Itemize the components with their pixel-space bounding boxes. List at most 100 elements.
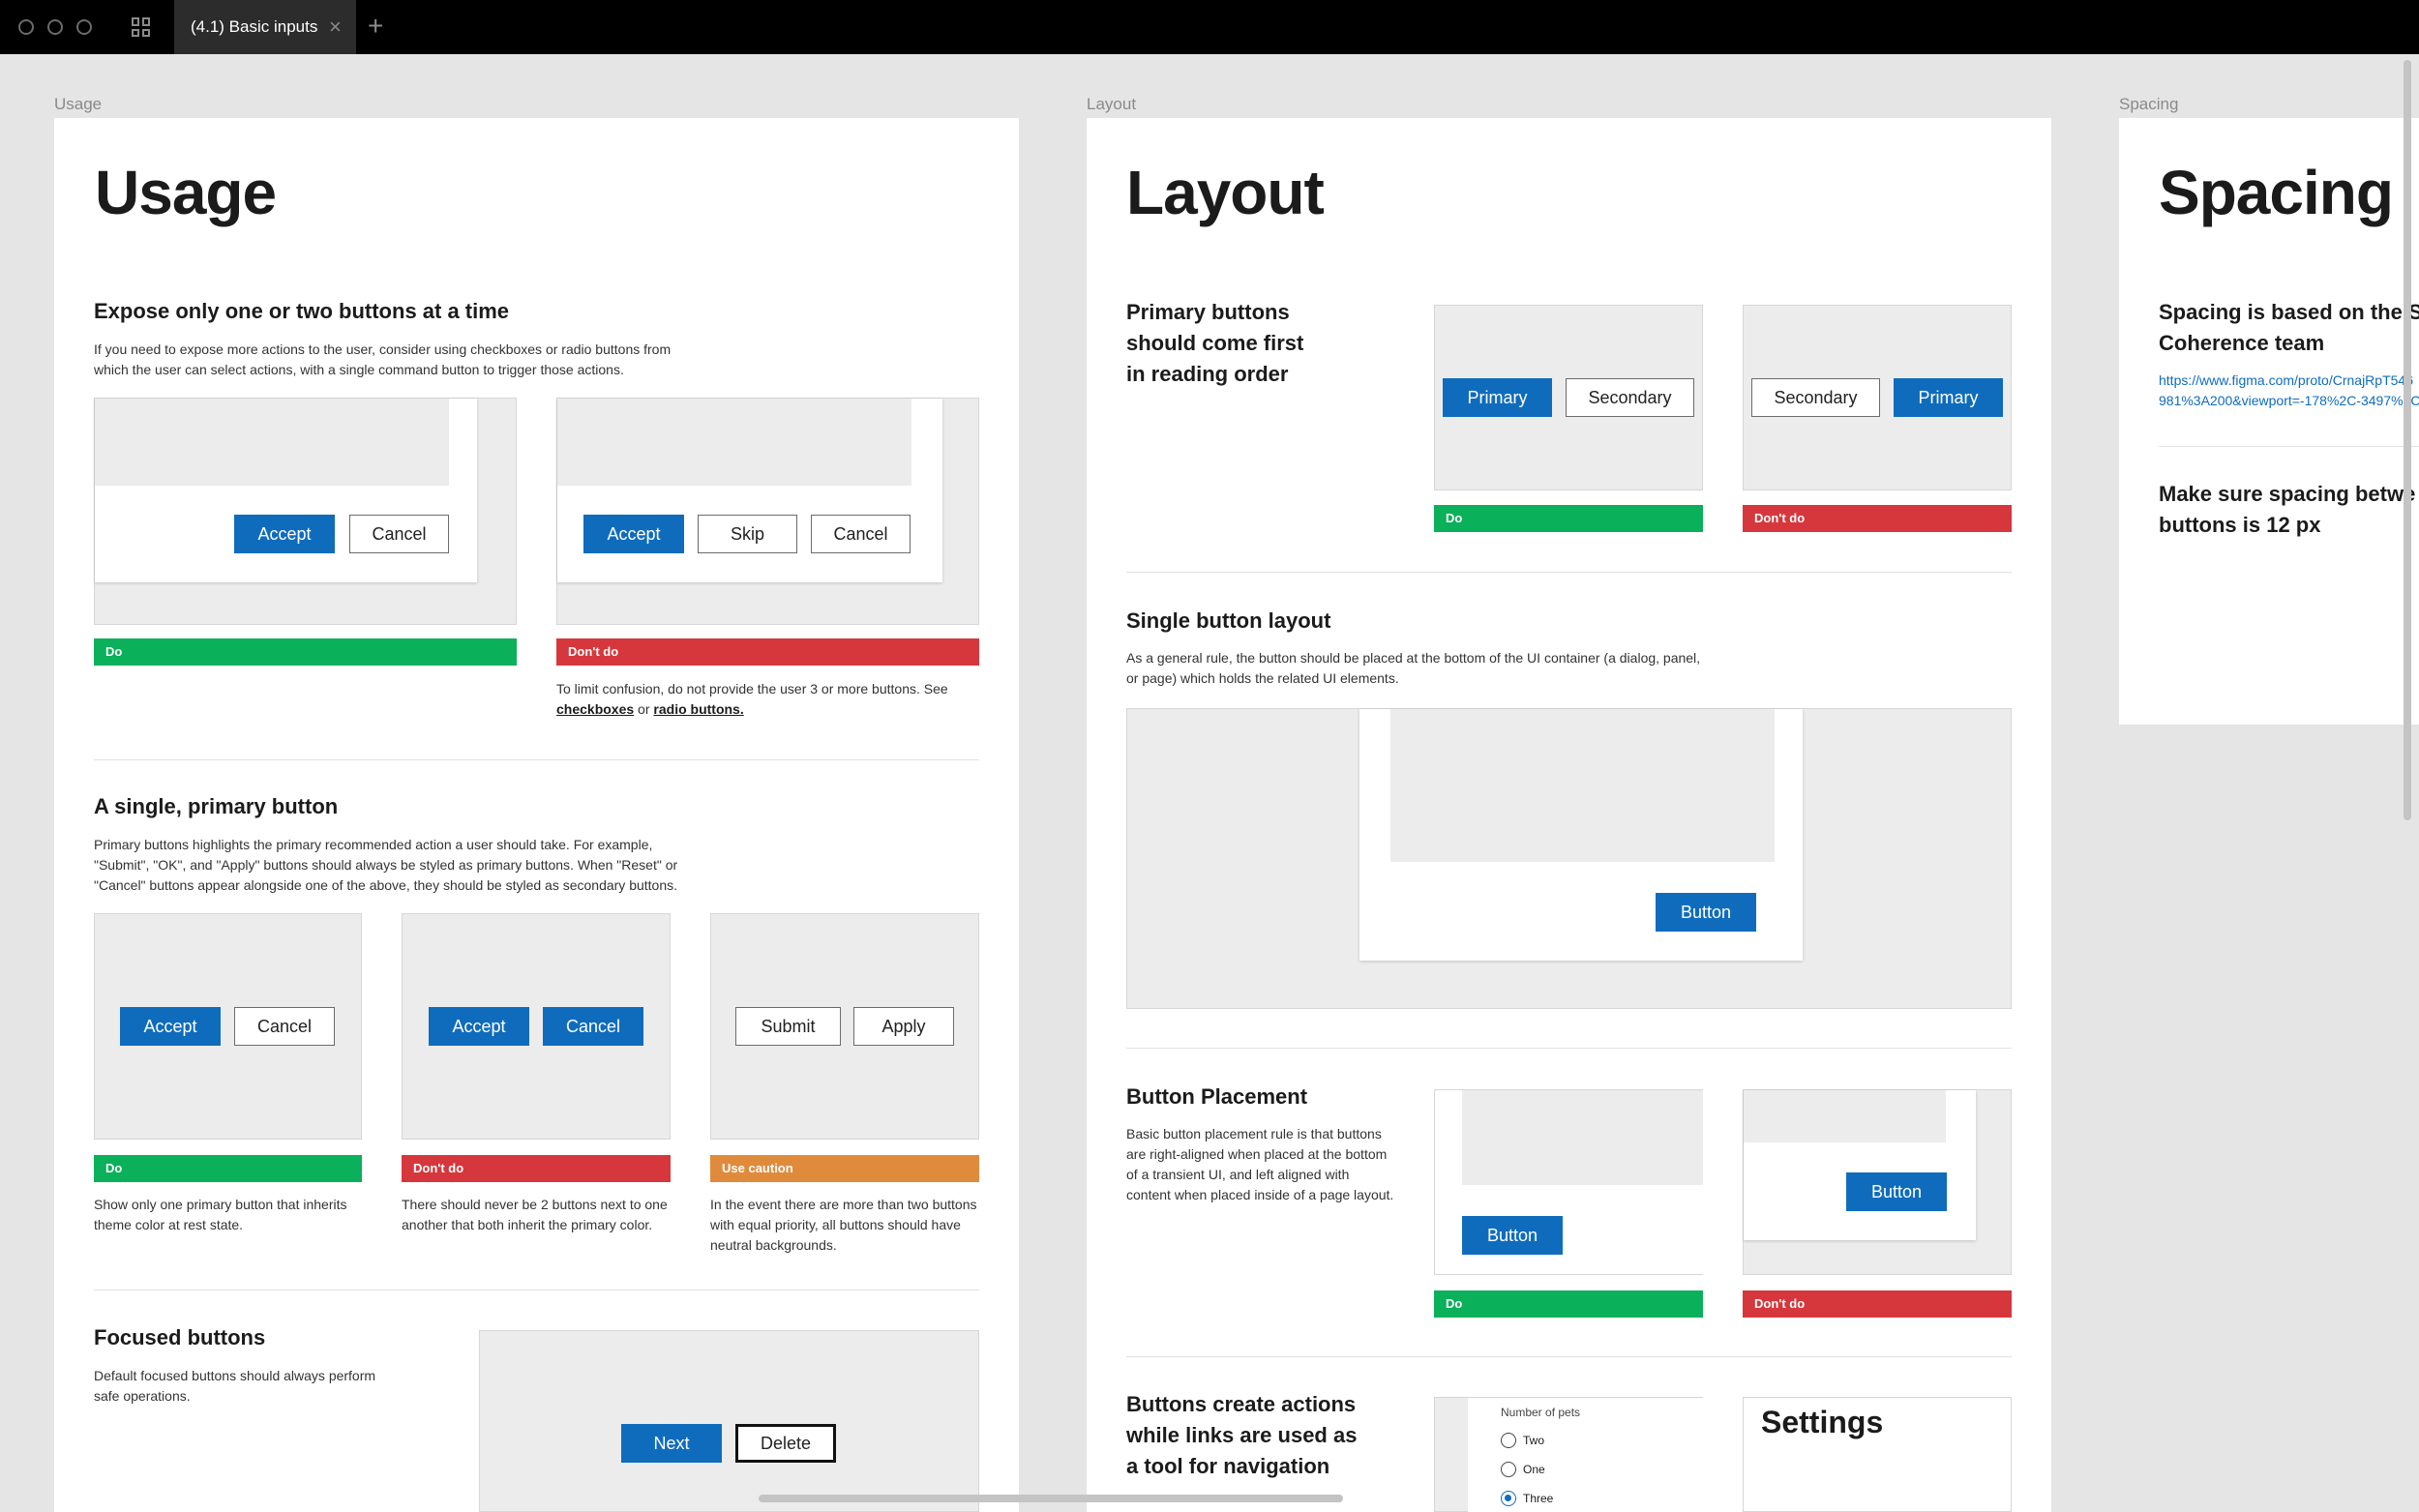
usage-s2-ex3-note-line1: In the event there are more than two but… (710, 1197, 977, 1212)
cancel-button[interactable]: Cancel (349, 515, 449, 553)
layout-s1-heading-line3: in reading order (1126, 362, 1289, 386)
window-close-dot-icon[interactable] (18, 19, 34, 35)
button[interactable]: Button (1846, 1172, 1947, 1211)
figma-prototype-link-line2[interactable]: 981%3A200&viewport=-178%2C-3497%2C0 (2159, 391, 2419, 411)
vertical-scrollbar[interactable] (2404, 60, 2411, 820)
layout-s1-heading-line2: should come first (1126, 331, 1304, 355)
page-content-placeholder (1462, 1090, 1703, 1185)
layout-s4-heading-line1: Buttons create actions (1126, 1392, 1357, 1416)
window-minimize-dot-icon[interactable] (47, 19, 63, 35)
grid-menu-icon[interactable] (132, 17, 151, 37)
usage-s2-ex2-note-line1: There should never be 2 buttons next to … (402, 1197, 668, 1212)
spacing-s2-heading-line1: Make sure spacing betwe (2159, 482, 2416, 506)
usage-s3-body-line2: safe operations. (94, 1388, 191, 1404)
title-bar (0, 0, 2419, 54)
dialog-content-placeholder (1390, 709, 1775, 862)
do-bar: Do (94, 1155, 362, 1182)
cancel-button[interactable]: Cancel (543, 1007, 643, 1046)
radio-buttons-link[interactable]: radio buttons. (653, 701, 743, 717)
do-bar: Do (94, 638, 517, 666)
section-divider (2159, 446, 2419, 447)
usage-s2-ex3-note-line3: neutral backgrounds. (710, 1237, 837, 1253)
primary-button[interactable]: Primary (1894, 378, 2003, 417)
frame-label-spacing[interactable]: Spacing (2119, 95, 2178, 114)
usage-s2-body-line1: Primary buttons highlights the primary r… (94, 837, 653, 852)
spacing-s1-heading-line1: Spacing is based on the Sp (2159, 300, 2419, 324)
layout-s1-heading-line1: Primary buttons (1126, 300, 1290, 324)
accept-button[interactable]: Accept (234, 515, 335, 553)
section-divider (1126, 1048, 2012, 1049)
layout-s3-body-line3: of a transient UI, and left aligned with (1126, 1167, 1350, 1182)
layout-s2-heading: Single button layout (1126, 608, 1331, 633)
button[interactable]: Button (1656, 893, 1756, 932)
radio-option-three-label: Three (1523, 1492, 1554, 1505)
usage-s3-heading: Focused buttons (94, 1325, 266, 1349)
layout-title: Layout (1126, 158, 1325, 227)
window-zoom-dot-icon[interactable] (76, 19, 92, 35)
settings-title: Settings (1761, 1405, 1884, 1439)
secondary-button[interactable]: Secondary (1751, 378, 1880, 417)
layout-s2-body-line2: or page) which holds the related UI elem… (1126, 670, 1399, 686)
dont-do-bar: Don't do (1743, 1290, 2012, 1318)
accept-button[interactable]: Accept (583, 515, 684, 553)
usage-s1-note-line1: To limit confusion, do not provide the u… (556, 681, 948, 697)
layout-s2-body-line1: As a general rule, the button should be … (1126, 650, 1701, 666)
usage-s2-ex1-note-line1: Show only one primary button that inheri… (94, 1197, 347, 1212)
usage-s2-heading: A single, primary button (94, 794, 339, 818)
delete-button[interactable]: Delete (735, 1424, 836, 1463)
usage-s2-ex2-note-line2: another that both inherit the primary co… (402, 1217, 653, 1232)
radio-option-two-label: Two (1523, 1434, 1545, 1447)
radio-option-two[interactable] (1501, 1433, 1516, 1448)
radio-option-one[interactable] (1501, 1462, 1516, 1477)
usage-s2-ex3-note-line2: with equal priority, all buttons should … (710, 1217, 961, 1232)
apply-button[interactable]: Apply (853, 1007, 954, 1046)
usage-s1-heading: Expose only one or two buttons at a time (94, 299, 510, 323)
accept-button[interactable]: Accept (120, 1007, 221, 1046)
submit-button[interactable]: Submit (735, 1007, 841, 1046)
section-divider (94, 759, 979, 760)
accept-button[interactable]: Accept (429, 1007, 529, 1046)
close-icon[interactable]: × (329, 14, 342, 41)
dont-do-bar: Don't do (402, 1155, 671, 1182)
usage-s2-body-line2: "Submit", "OK", and "Apply" buttons shou… (94, 857, 678, 873)
note-or: or (634, 701, 654, 717)
dont-do-bar: Don't do (1743, 505, 2012, 532)
primary-button[interactable]: Primary (1443, 378, 1552, 417)
radio-group-label: Number of pets (1501, 1406, 1581, 1419)
usage-s2-body-line3: "Cancel" buttons appear alongside one of… (94, 877, 678, 893)
layout-s3-body-line4: content when placed inside of a page lay… (1126, 1187, 1394, 1202)
usage-s3-body-line1: Default focused buttons should always pe… (94, 1368, 376, 1383)
usage-s1-body-line2: which the user can select actions, with … (94, 362, 624, 377)
usage-s2-ex1-note-line2: theme color at rest state. (94, 1217, 244, 1232)
spacing-title: Spacing (2159, 158, 2394, 227)
section-divider (1126, 1356, 2012, 1357)
dont-do-bar: Don't do (556, 638, 979, 666)
cancel-button[interactable]: Cancel (234, 1007, 335, 1046)
checkboxes-link[interactable]: checkboxes (556, 701, 634, 717)
spacing-s2-heading-line2: buttons is 12 px (2159, 513, 2321, 537)
frame-label-layout[interactable]: Layout (1087, 95, 1136, 114)
layout-s4-heading-line2: while links are used as (1126, 1423, 1358, 1447)
secondary-button[interactable]: Secondary (1566, 378, 1694, 417)
do-bar: Do (1434, 1290, 1703, 1318)
frame-label-usage[interactable]: Usage (54, 95, 102, 114)
radio-option-three[interactable] (1501, 1491, 1516, 1506)
next-button[interactable]: Next (621, 1424, 722, 1463)
skip-button[interactable]: Skip (698, 515, 797, 553)
layout-s4-heading-line3: a tool for navigation (1126, 1454, 1330, 1478)
do-bar: Do (1434, 505, 1703, 532)
horizontal-scrollbar[interactable] (759, 1495, 1343, 1502)
radio-option-one-label: One (1523, 1463, 1545, 1476)
cancel-button[interactable]: Cancel (811, 515, 911, 553)
plus-icon[interactable]: + (368, 12, 383, 41)
dialog-content-placeholder (95, 399, 449, 486)
layout-s3-body-line2: are right-aligned when placed at the bot… (1126, 1146, 1388, 1162)
layout-s3-heading: Button Placement (1126, 1084, 1308, 1109)
usage-s3-sample (479, 1330, 979, 1512)
usage-s1-note-line2: checkboxes or radio buttons. (556, 699, 744, 720)
dialog-content-placeholder (1744, 1090, 1946, 1142)
file-tab-title: (4.1) Basic inputs (191, 17, 318, 36)
button[interactable]: Button (1462, 1216, 1563, 1255)
dialog-content-placeholder (557, 399, 911, 486)
figma-prototype-link-line1[interactable]: https://www.figma.com/proto/CrnajRpT546 (2159, 371, 2413, 391)
